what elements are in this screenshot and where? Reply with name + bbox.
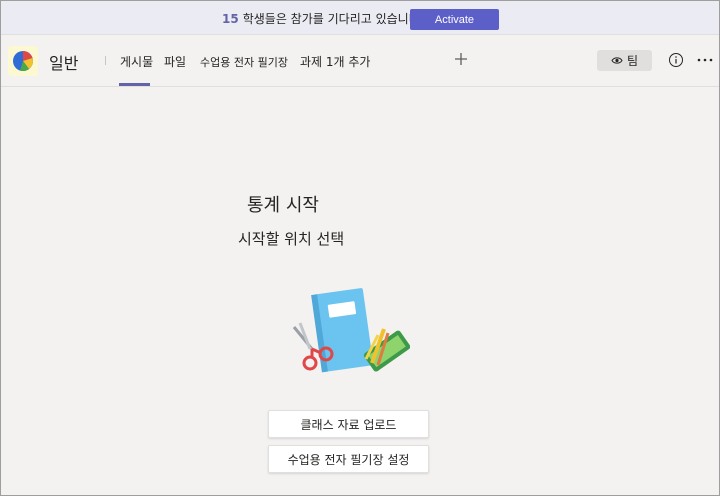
banner-student-count: 15 [222, 12, 239, 26]
team-avatar[interactable] [8, 46, 38, 76]
tab-class-notebook[interactable]: 수업용 전자 필기장 [200, 54, 288, 70]
upload-class-materials-button[interactable]: 클래스 자료 업로드 [268, 410, 429, 438]
more-options-button[interactable] [695, 50, 715, 70]
notebook-illustration [288, 283, 411, 383]
teams-window: 15 학생들은 참가를 기다리고 있습니다. Activate 일반 게시물 파일… [0, 0, 720, 496]
team-button[interactable]: 팀 [597, 50, 652, 71]
page-title: 통계 시작 [247, 195, 319, 216]
tab-assignments[interactable]: 과제 1개 추가 [300, 53, 370, 70]
banner-text: 15 학생들은 참가를 기다리고 있습니다. [222, 10, 424, 27]
eye-icon [611, 57, 623, 64]
tab-posts[interactable]: 게시물 [120, 53, 153, 70]
channel-name: 일반 [49, 54, 79, 73]
plus-icon [455, 53, 467, 65]
tab-divider [105, 56, 106, 65]
info-icon [669, 53, 683, 67]
activation-banner: 15 학생들은 참가를 기다리고 있습니다. Activate [1, 1, 719, 35]
banner-message: 학생들은 참가를 기다리고 있습니다. [242, 12, 424, 26]
activate-button[interactable]: Activate [410, 9, 499, 30]
tab-files[interactable]: 파일 [164, 53, 186, 70]
channel-header: 일반 게시물 파일 수업용 전자 필기장 과제 1개 추가 팀 [1, 35, 719, 87]
info-button[interactable] [668, 52, 684, 68]
add-tab-button[interactable] [450, 48, 472, 70]
active-tab-indicator [119, 83, 150, 86]
ellipsis-icon [697, 58, 713, 62]
team-button-label: 팀 [626, 54, 639, 68]
pie-chart-icon [13, 51, 33, 71]
page-subtitle: 시작할 위치 선택 [238, 230, 345, 248]
notebook-scissors-pencils-icon [292, 288, 411, 373]
setup-class-notebook-button[interactable]: 수업용 전자 필기장 설정 [268, 445, 429, 473]
